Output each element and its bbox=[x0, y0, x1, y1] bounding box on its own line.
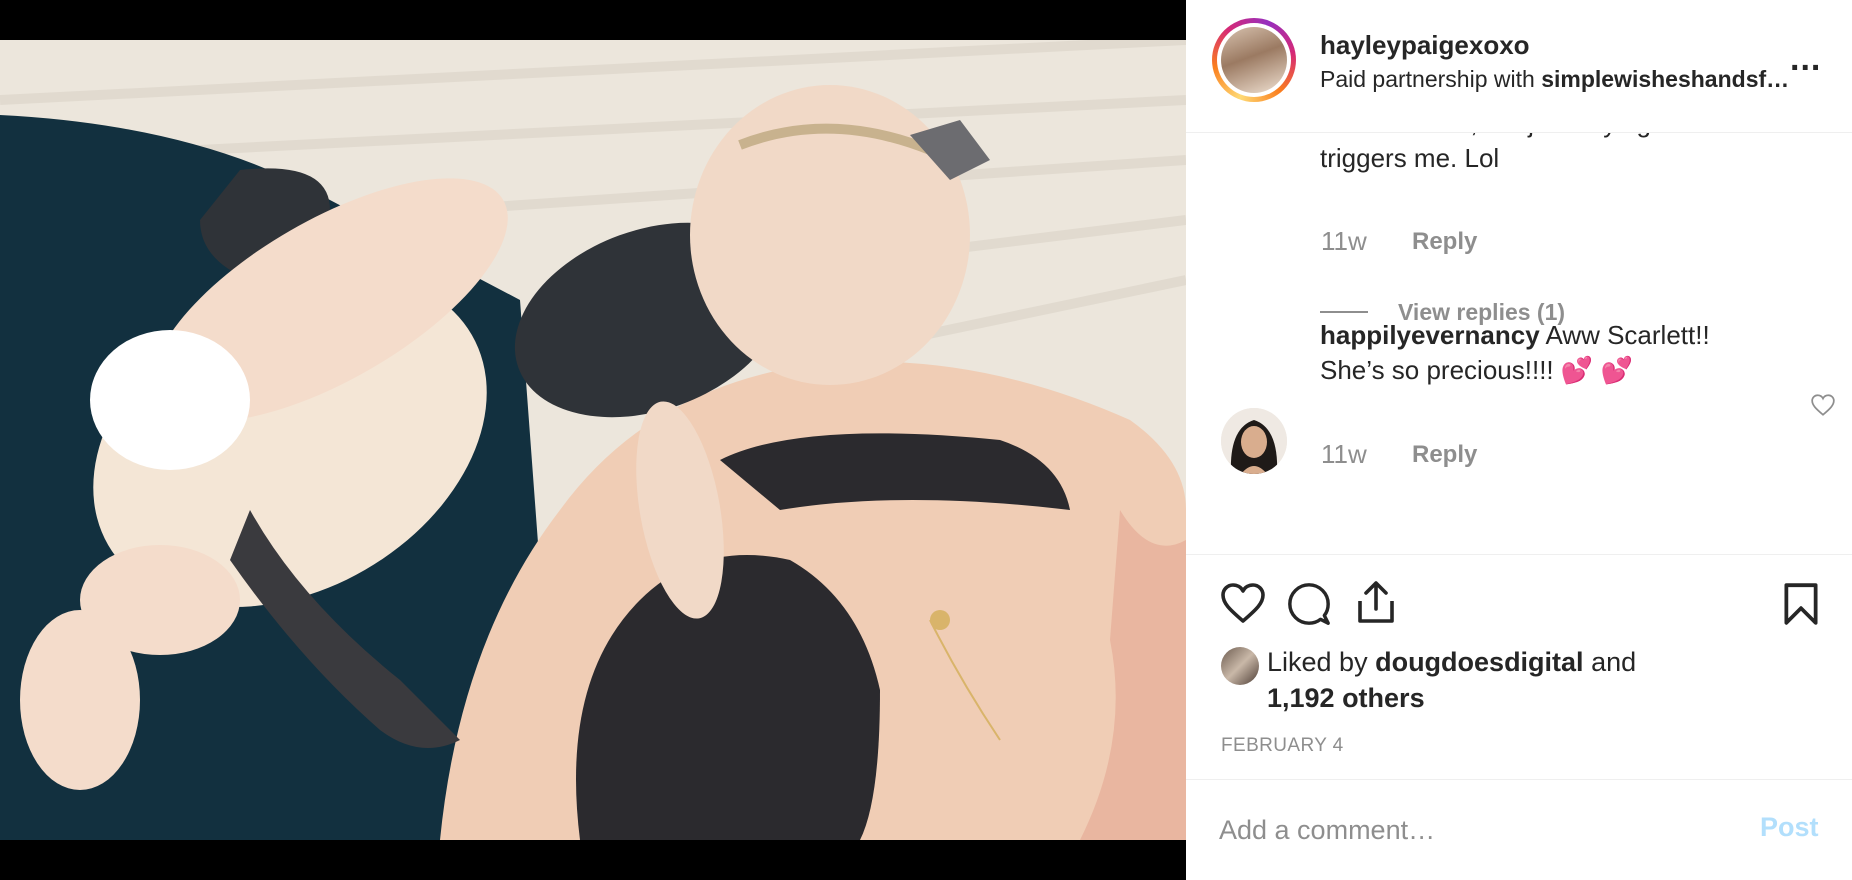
liked-by-prefix: Liked by bbox=[1267, 647, 1376, 677]
author-avatar[interactable] bbox=[1212, 18, 1296, 102]
comment-time[interactable]: 11w bbox=[1321, 226, 1367, 257]
comment-text-line: She’s so precious!!!! 💕 💕 bbox=[1320, 355, 1633, 385]
comment-time[interactable]: 11w bbox=[1321, 439, 1367, 470]
liker-avatar[interactable] bbox=[1221, 647, 1259, 685]
partnership-brand-link[interactable]: simplewisheshandsf… bbox=[1541, 66, 1789, 92]
likes-count-link[interactable]: 1,192 others bbox=[1267, 683, 1425, 714]
comment-text-line: happilyevernancy Aww Scarlett!! bbox=[1320, 317, 1710, 354]
add-comment-input[interactable] bbox=[1219, 810, 1689, 850]
author-username[interactable]: hayleypaigexoxo bbox=[1320, 30, 1530, 61]
heart-icon[interactable] bbox=[1219, 581, 1267, 625]
post-photo[interactable] bbox=[0, 40, 1186, 840]
post-sidebar: hayleypaigexoxo Paid partnership with si… bbox=[1186, 0, 1852, 880]
view-replies-divider bbox=[1320, 311, 1368, 313]
liked-by-suffix: and bbox=[1583, 647, 1637, 677]
share-icon[interactable] bbox=[1354, 579, 1398, 625]
post-actions: Liked by dougdoesdigital and 1,192 other… bbox=[1186, 554, 1852, 779]
more-icon[interactable]: ... bbox=[1790, 40, 1821, 79]
reply-button[interactable]: Reply bbox=[1412, 228, 1477, 256]
partnership-prefix: Paid partnership with bbox=[1320, 66, 1542, 92]
comment-body: Aww Scarlett!! bbox=[1539, 320, 1710, 350]
liked-by-user-link[interactable]: dougdoesdigital bbox=[1375, 647, 1584, 677]
comment-icon[interactable] bbox=[1286, 581, 1332, 627]
post-header: hayleypaigexoxo Paid partnership with si… bbox=[1186, 0, 1852, 133]
post-comment-button[interactable]: Post bbox=[1760, 812, 1819, 843]
comments-list[interactable]: because well, but just saying... it trig… bbox=[1186, 133, 1852, 553]
commenter-avatar[interactable] bbox=[1221, 408, 1287, 474]
paid-partnership-line: Paid partnership with simplewisheshandsf… bbox=[1320, 66, 1790, 93]
commenter-avatar-photo bbox=[1221, 408, 1287, 474]
comment-author[interactable]: happilyevernancy bbox=[1320, 320, 1540, 350]
comment-text-line: triggers me. Lol bbox=[1320, 143, 1500, 173]
avatar-photo bbox=[1221, 27, 1287, 93]
like-comment-heart-icon[interactable] bbox=[1810, 393, 1836, 417]
post-date[interactable]: FEBRUARY 4 bbox=[1221, 735, 1344, 757]
reply-button[interactable]: Reply bbox=[1412, 441, 1477, 469]
liked-by-line: Liked by dougdoesdigital and bbox=[1267, 647, 1636, 678]
post-photo-pane bbox=[0, 0, 1186, 880]
add-comment-bar: Post bbox=[1186, 779, 1852, 880]
bookmark-icon[interactable] bbox=[1782, 581, 1820, 627]
